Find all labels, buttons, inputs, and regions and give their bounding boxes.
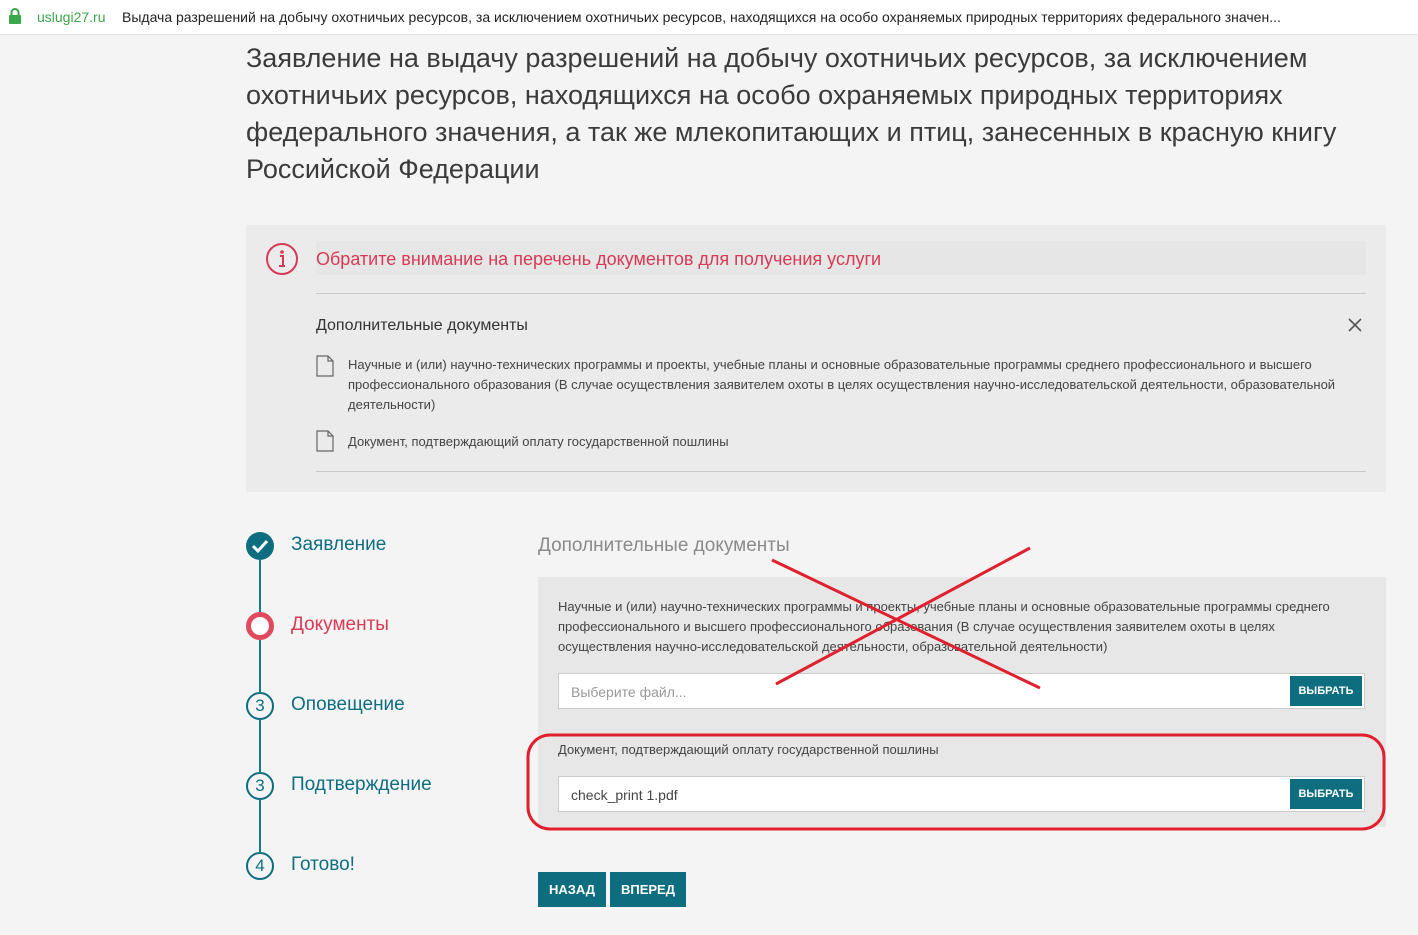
choose-file-button[interactable]: ВЫБРАТЬ bbox=[1290, 779, 1362, 809]
step-confirmation[interactable]: 3 Подтверждение bbox=[246, 770, 506, 800]
progress-stepper: Заявление Документы 3 Оповещение 3 Подтв… bbox=[246, 530, 506, 890]
page-title: Заявление на выдачу разрешений на добычу… bbox=[246, 43, 1337, 184]
file-name: Выберите файл... bbox=[571, 684, 687, 700]
file-upload-field[interactable]: check_print 1.pdf ВЫБРАТЬ bbox=[558, 776, 1365, 812]
file-name: check_print 1.pdf bbox=[571, 787, 678, 803]
step-label: Оповещение bbox=[291, 694, 405, 715]
active-step-icon bbox=[246, 612, 274, 640]
step-documents[interactable]: Документы bbox=[246, 610, 506, 640]
document-icon bbox=[316, 355, 334, 377]
step-notification[interactable]: 3 Оповещение bbox=[246, 690, 506, 720]
close-icon[interactable] bbox=[1347, 317, 1363, 333]
step-connector bbox=[259, 640, 261, 692]
lock-icon bbox=[9, 8, 21, 24]
step-number: 3 bbox=[246, 772, 274, 800]
step-label: Подтверждение bbox=[291, 774, 432, 795]
address-bar[interactable]: uslugi27.ru Выдача разрешений на добычу … bbox=[0, 0, 1418, 35]
documents-notice: Обратите внимание на перечень документов… bbox=[246, 225, 1386, 492]
step-application[interactable]: Заявление bbox=[246, 530, 506, 560]
upload-panel: Научные и (или) научно-технических прогр… bbox=[538, 577, 1386, 827]
step-connector bbox=[259, 800, 261, 852]
document-name: Научные и (или) научно-технических прогр… bbox=[348, 357, 1336, 412]
upload-description: Научные и (или) научно-технических прогр… bbox=[558, 599, 1330, 654]
document-icon bbox=[316, 430, 334, 452]
choose-file-button[interactable]: ВЫБРАТЬ bbox=[1290, 676, 1362, 706]
back-button[interactable]: НАЗАД bbox=[538, 872, 606, 907]
list-item: Научные и (или) научно-технических прогр… bbox=[316, 355, 1346, 417]
section-title: Дополнительные документы bbox=[538, 535, 790, 556]
checkmark-icon bbox=[246, 532, 274, 560]
divider bbox=[316, 293, 1366, 294]
next-button[interactable]: ВПЕРЕД bbox=[610, 872, 686, 907]
step-label: Заявление bbox=[291, 534, 387, 555]
notice-subtitle: Дополнительные документы bbox=[316, 317, 528, 334]
notice-text: Обратите внимание на перечень документов… bbox=[316, 249, 882, 269]
step-connector bbox=[259, 720, 261, 772]
url-domain: uslugi27.ru bbox=[37, 9, 106, 25]
step-connector bbox=[259, 560, 261, 612]
step-label: Готово! bbox=[291, 854, 355, 875]
step-number: 4 bbox=[246, 852, 274, 880]
document-name: Документ, подтверждающий оплату государс… bbox=[348, 434, 729, 449]
info-icon bbox=[266, 243, 298, 275]
upload-description: Документ, подтверждающий оплату государс… bbox=[558, 742, 939, 757]
list-item: Документ, подтверждающий оплату государс… bbox=[316, 430, 1346, 454]
step-label: Документы bbox=[291, 614, 389, 635]
file-upload-field[interactable]: Выберите файл... ВЫБРАТЬ bbox=[558, 673, 1365, 709]
divider bbox=[316, 471, 1366, 472]
step-number: 3 bbox=[246, 692, 274, 720]
browser-page-title: Выдача разрешений на добычу охотничьих р… bbox=[122, 9, 1281, 25]
step-done[interactable]: 4 Готово! bbox=[246, 850, 506, 880]
